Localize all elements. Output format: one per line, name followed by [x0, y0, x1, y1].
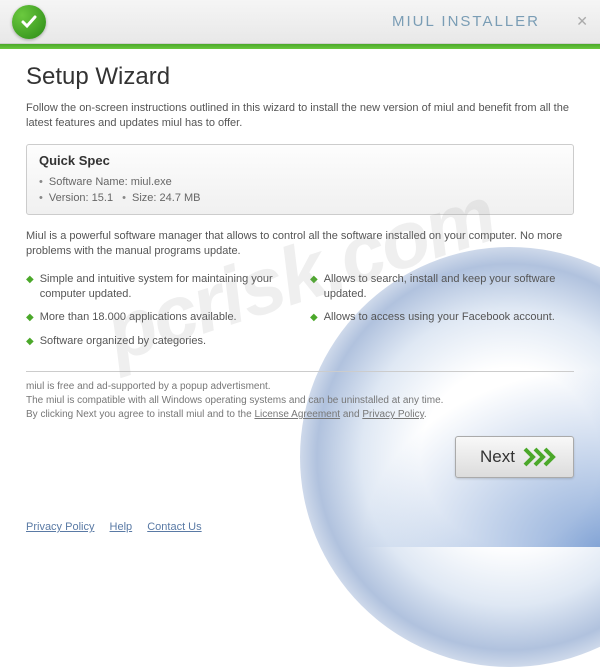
feature-item: ◆ More than 18.000 applications available… [26, 310, 290, 325]
chevron-right-icon [523, 447, 557, 467]
feature-item: ◆ Allows to search, install and keep your… [310, 272, 574, 303]
footer-links: Privacy Policy Help Contact Us [26, 521, 214, 533]
feature-item: ◆ Allows to access using your Facebook ac… [310, 310, 574, 325]
checkmark-logo-icon [12, 5, 46, 39]
quick-spec-box: Quick Spec •Software Name: miul.exe •Ver… [26, 144, 574, 215]
fine-line: The miul is compatible with all Windows … [26, 394, 574, 408]
features-list: ◆ Simple and intuitive system for maintai… [26, 272, 574, 358]
titlebar: MIUL INSTALLER ✕ [0, 0, 600, 44]
license-agreement-link[interactable]: License Agreement [254, 409, 340, 420]
spec-software-label: Software Name: [49, 176, 128, 188]
feature-item: ◆ Simple and intuitive system for maintai… [26, 272, 290, 303]
spec-software-row: •Software Name: miul.exe [39, 174, 561, 190]
bullet-icon: ◆ [26, 273, 34, 287]
spec-software-value: miul.exe [131, 176, 172, 188]
bullet-icon: ◆ [26, 311, 34, 325]
fine-print: miul is free and ad-supported by a popup… [26, 380, 574, 422]
bullet-icon: ◆ [26, 335, 34, 349]
next-button-label: Next [480, 447, 515, 467]
bullet-icon: ◆ [310, 311, 318, 325]
privacy-policy-link-inline[interactable]: Privacy Policy [362, 409, 424, 420]
spec-size-label: Size: [132, 192, 156, 204]
feature-text: Simple and intuitive system for maintain… [40, 272, 290, 303]
page-title: Setup Wizard [26, 63, 574, 91]
feature-item: ◆ Software organized by categories. [26, 334, 290, 349]
fine-line: miul is free and ad-supported by a popup… [26, 380, 574, 394]
spec-version-label: Version: [49, 192, 89, 204]
spec-version-row: •Version: 15.1 •Size: 24.7 MB [39, 190, 561, 206]
close-button[interactable]: ✕ [576, 13, 588, 30]
intro-text: Follow the on-screen instructions outlin… [26, 101, 574, 132]
spec-size-value: 24.7 MB [160, 192, 201, 204]
bullet-icon: ◆ [310, 273, 318, 287]
spec-version-value: 15.1 [92, 192, 113, 204]
feature-text: More than 18.000 applications available. [40, 310, 237, 325]
spec-title: Quick Spec [39, 153, 561, 168]
feature-text: Allows to access using your Facebook acc… [324, 310, 555, 325]
description-text: Miul is a powerful software manager that… [26, 229, 574, 260]
app-title: MIUL INSTALLER [392, 13, 540, 30]
contact-us-link[interactable]: Contact Us [147, 521, 201, 533]
next-button[interactable]: Next [455, 436, 574, 478]
privacy-policy-link[interactable]: Privacy Policy [26, 521, 94, 533]
feature-text: Software organized by categories. [40, 334, 206, 349]
feature-text: Allows to search, install and keep your … [324, 272, 574, 303]
divider [26, 371, 574, 372]
fine-line: By clicking Next you agree to install mi… [26, 408, 574, 422]
help-link[interactable]: Help [110, 521, 133, 533]
